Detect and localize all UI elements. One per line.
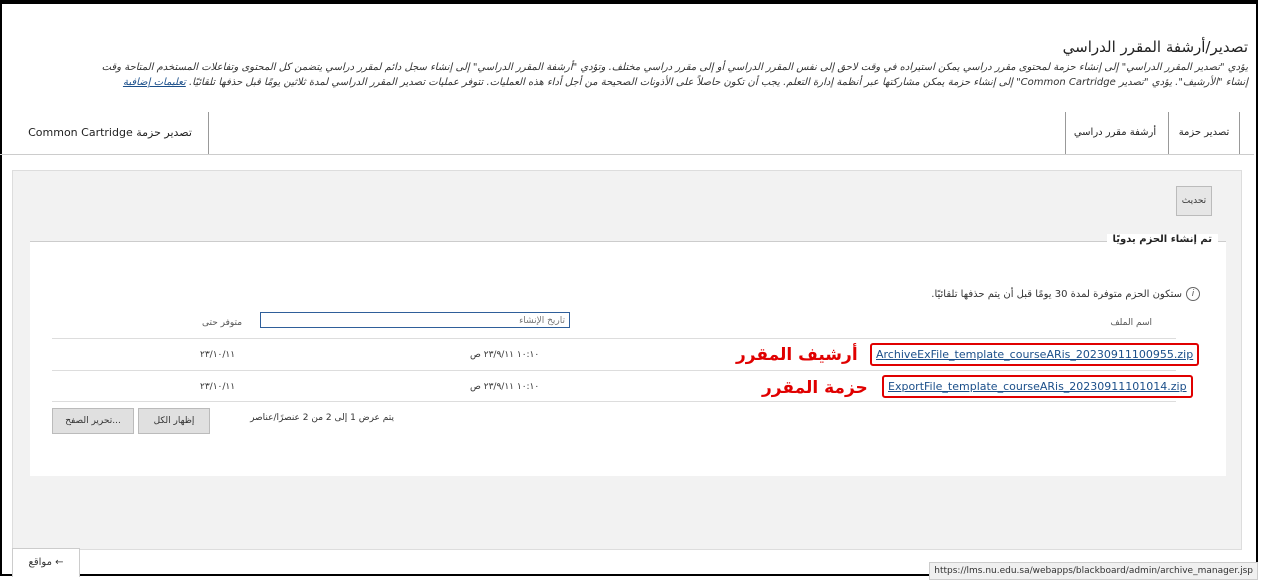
- status-bar-url: https://lms.nu.edu.sa/webapps/blackboard…: [929, 562, 1258, 580]
- more-help-link[interactable]: تعليمات إضافية: [123, 77, 186, 88]
- cell-created-date: ١٠:١٠ ٢٣/٩/١١ ص: [470, 382, 540, 392]
- back-to-sites-button[interactable]: ← مواقع: [12, 548, 80, 577]
- column-header-available-until[interactable]: متوفر حتى: [202, 318, 242, 328]
- cell-available-until: ٢٣/١٠/١١: [200, 382, 236, 392]
- action-bar: تصدير حزمة أرشفة مقرر دراسي تصدير حزمة C…: [0, 112, 1254, 155]
- column-header-file-name[interactable]: اسم الملف: [1110, 318, 1152, 328]
- pager-summary: يتم عرض 1 إلى 2 من 2 عنصرًا/عناصر: [250, 413, 394, 423]
- retention-info-text: ستكون الحزم متوفرة لمدة 30 يومًا قبل أن …: [931, 288, 1182, 300]
- tab-export-common-cartridge[interactable]: تصدير حزمة Common Cartridge: [12, 112, 209, 154]
- cell-available-until: ٢٣/١٠/١١: [200, 350, 236, 360]
- row-divider: [52, 338, 1176, 339]
- edit-paging-button[interactable]: تحرير الصفح...: [52, 408, 134, 434]
- retention-info: i ستكون الحزم متوفرة لمدة 30 يومًا قبل أ…: [931, 287, 1200, 301]
- page-description: يؤدي "تصدير المقرر الدراسي" إلى إنشاء حز…: [8, 60, 1248, 90]
- annotation-course-archive: أرشيف المقرر: [736, 345, 858, 365]
- cell-created-date: ١٠:١٠ ٢٣/٩/١١ ص: [470, 350, 540, 360]
- description-line-1: يؤدي "تصدير المقرر الدراسي" إلى إنشاء حز…: [101, 62, 1248, 73]
- description-line-2-text: إنشاء "الأرشيف". يؤدي "تصدير Common Cart…: [188, 77, 1248, 88]
- refresh-button[interactable]: تحديث: [1176, 186, 1212, 216]
- info-icon: i: [1186, 287, 1200, 301]
- row-divider: [52, 370, 1176, 371]
- file-link-export[interactable]: ExportFile_template_courseARis_202309111…: [882, 375, 1193, 398]
- section-title: تم إنشاء الحزم يدويًا: [1106, 234, 1218, 245]
- show-all-button[interactable]: إظهار الكل: [138, 408, 210, 434]
- annotation-course-package: حزمة المقرر: [762, 378, 868, 398]
- file-link-archive[interactable]: ArchiveExFile_template_courseARis_202309…: [870, 343, 1200, 366]
- tab-archive-course[interactable]: أرشفة مقرر دراسي: [1065, 112, 1164, 154]
- tab-export-package[interactable]: تصدير حزمة: [1168, 112, 1240, 154]
- page-title: تصدير/أرشفة المقرر الدراسي: [1062, 38, 1248, 56]
- description-line-2: إنشاء "الأرشيف". يؤدي "تصدير Common Cart…: [8, 75, 1248, 90]
- created-date-column-header[interactable]: تاريخ الإنشاء: [260, 312, 570, 328]
- row-divider: [52, 401, 1176, 402]
